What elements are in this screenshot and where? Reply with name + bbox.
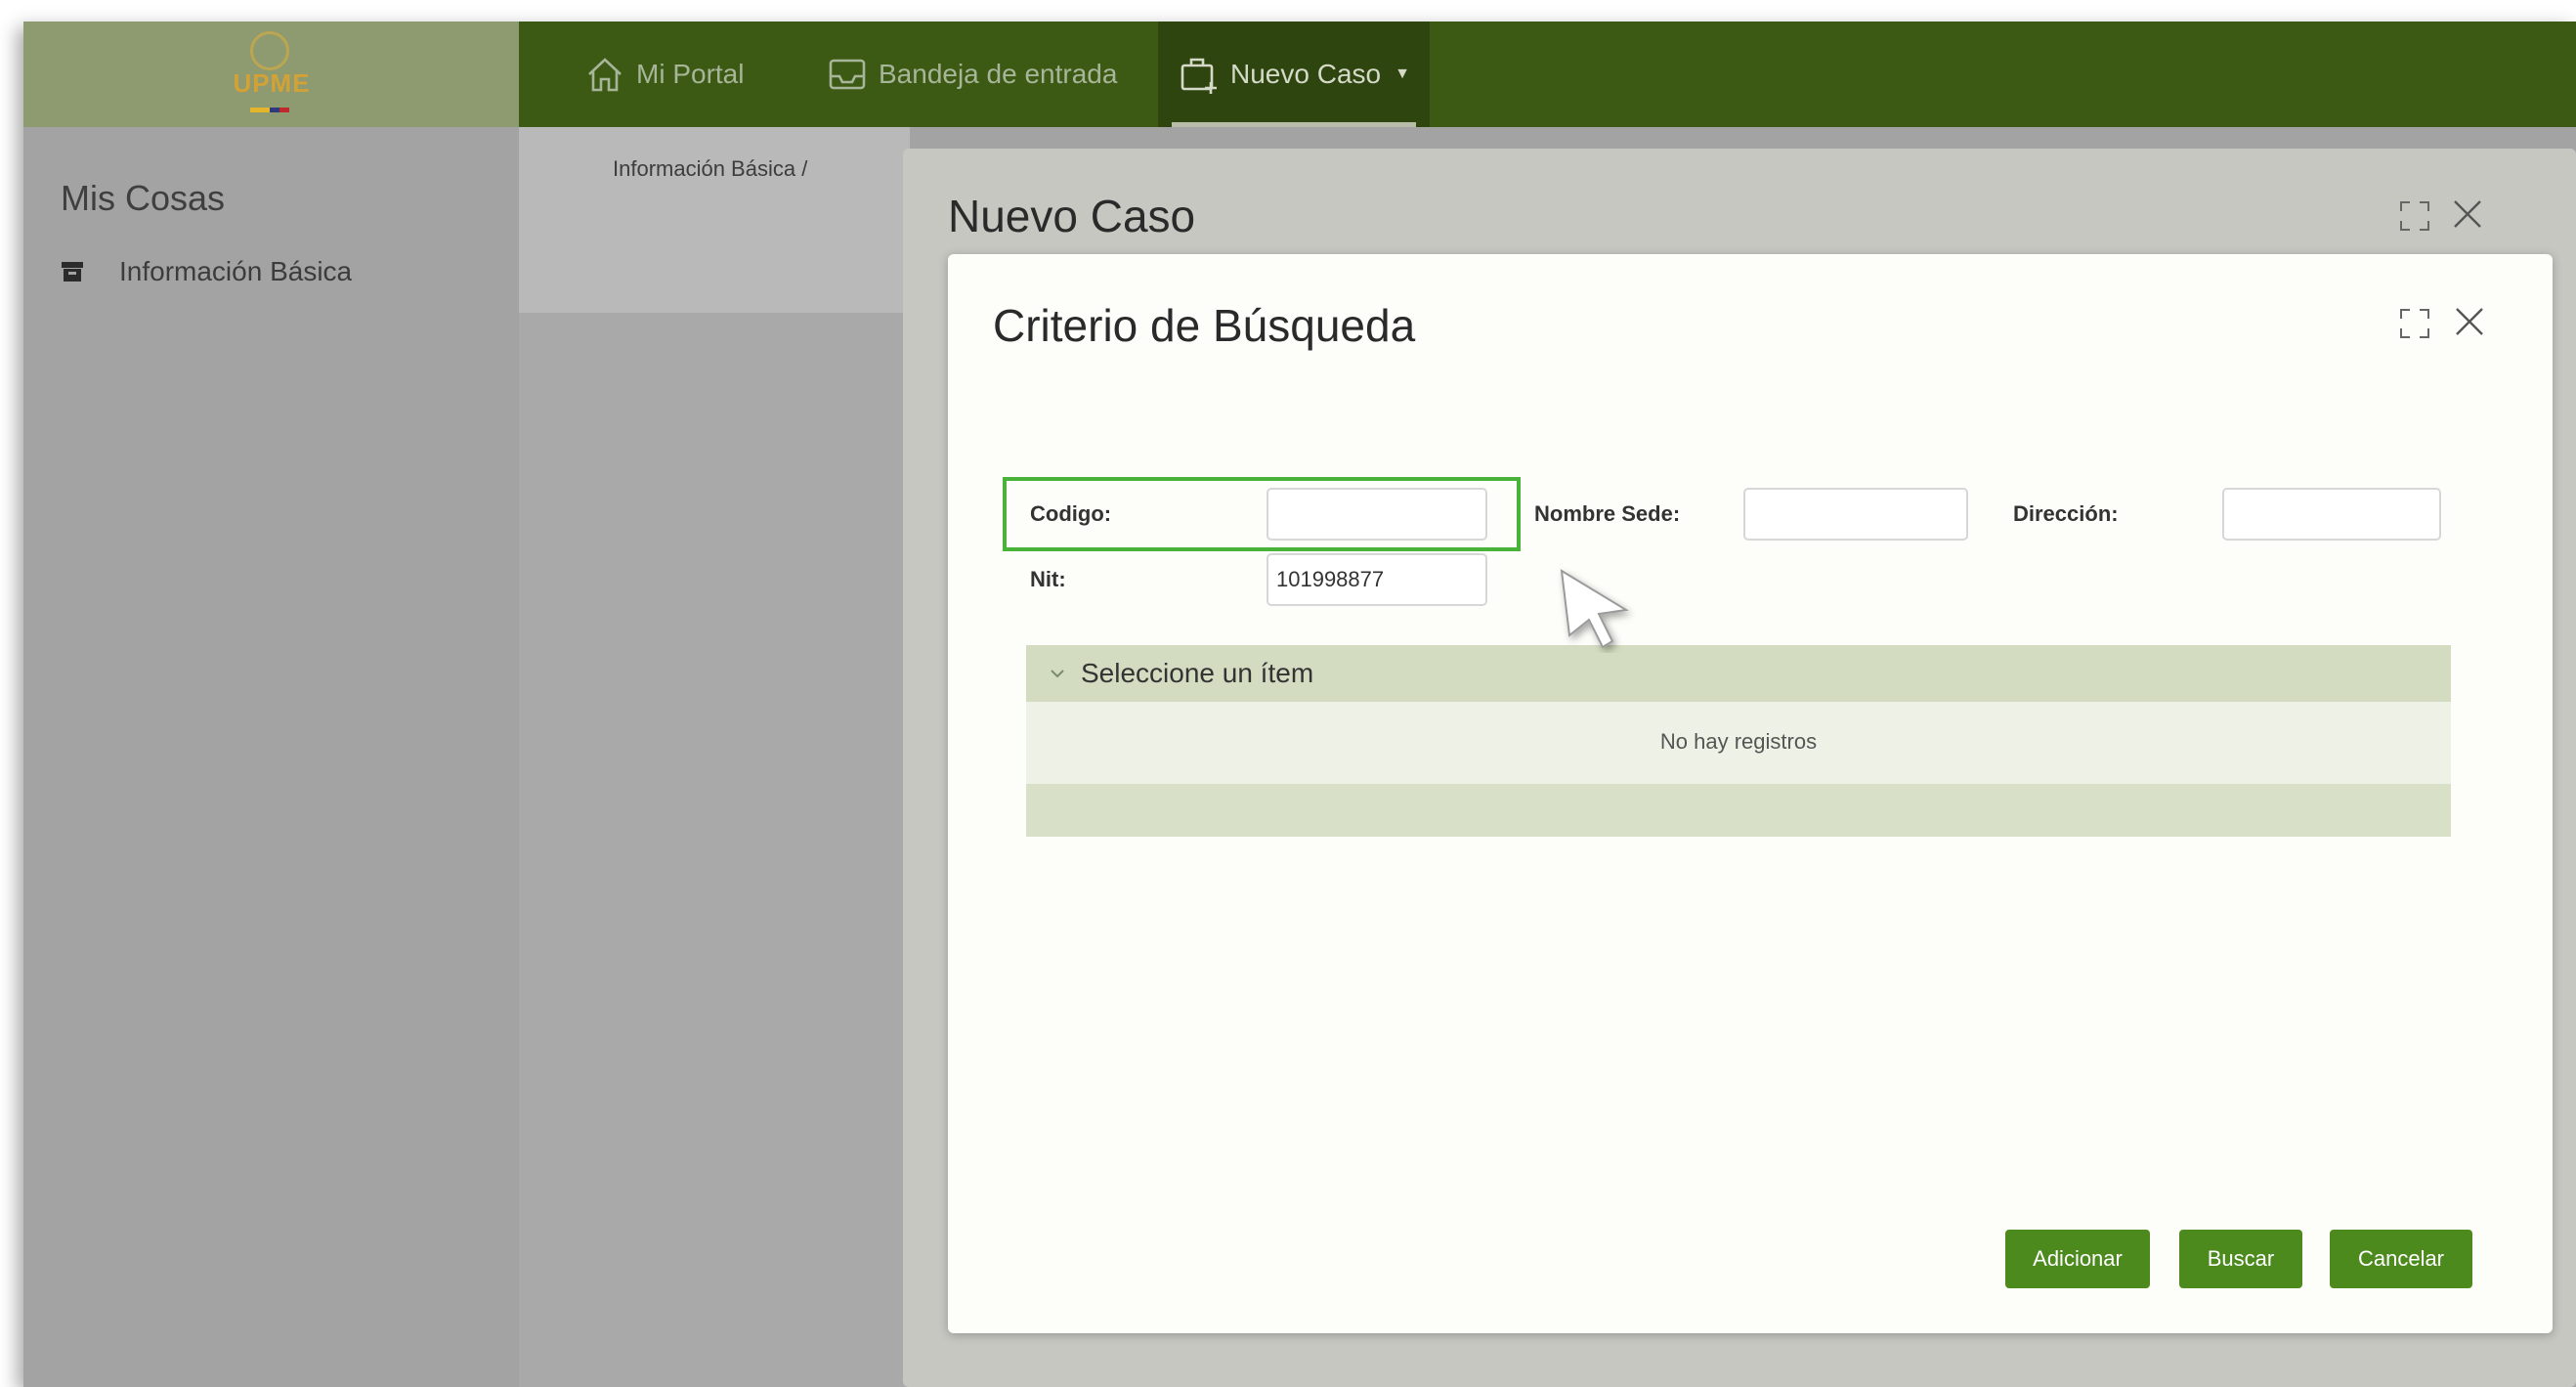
- nit-input[interactable]: [1267, 553, 1487, 606]
- logo-flag: [250, 108, 289, 112]
- nav-bandeja-de-entrada[interactable]: Bandeja de entrada: [826, 22, 1117, 127]
- app-window: UPME Mis Cosas Información Básica Mi Por…: [23, 22, 2576, 1387]
- breadcrumb[interactable]: Información Básica /: [613, 156, 807, 182]
- nav-bandeja-label: Bandeja de entrada: [879, 59, 1118, 89]
- home-icon: [588, 58, 622, 92]
- adicionar-button[interactable]: Adicionar: [2005, 1230, 2150, 1288]
- expand-icon[interactable]: [2398, 307, 2431, 340]
- nombre-sede-label: Nombre Sede:: [1534, 501, 1681, 526]
- logo[interactable]: UPME: [231, 68, 313, 99]
- nav-nuevo-caso-label: Nuevo Caso: [1230, 59, 1382, 89]
- grid-header[interactable]: Seleccione un ítem: [1026, 645, 2451, 702]
- close-icon[interactable]: [2451, 303, 2488, 340]
- nav-mi-portal-label: Mi Portal: [636, 59, 745, 89]
- results-grid: Seleccione un ítem No hay registros: [1026, 645, 2451, 837]
- empty-message: No hay registros: [1659, 729, 1818, 754]
- direccion-input[interactable]: [2222, 488, 2441, 541]
- buscar-button[interactable]: Buscar: [2179, 1230, 2302, 1288]
- grid-footer: [1026, 784, 2451, 837]
- sidebar-title: Mis Cosas: [61, 178, 226, 218]
- breadcrumb-bar: Información Básica /: [519, 127, 910, 313]
- logo-sun-icon: [250, 31, 289, 70]
- briefcase-add-icon: [1181, 58, 1217, 94]
- nombre-sede-input[interactable]: [1743, 488, 1968, 541]
- top-navigation: Mi Portal Bandeja de entrada Nuevo Caso …: [519, 22, 2576, 127]
- close-icon[interactable]: [2449, 195, 2486, 233]
- chevron-down-icon: [1051, 670, 1064, 678]
- sidebar-item-label: Información Básica: [119, 256, 353, 286]
- modal-title: Nuevo Caso: [948, 191, 1196, 241]
- codigo-input[interactable]: [1267, 488, 1487, 541]
- nit-label: Nit:: [1030, 567, 1066, 591]
- direccion-label: Dirección:: [2013, 501, 2119, 526]
- logo-area: UPME: [23, 22, 519, 127]
- nav-mi-portal[interactable]: Mi Portal: [583, 22, 744, 127]
- inbox-icon: [829, 59, 866, 90]
- grid-body: No hay registros: [1026, 702, 2451, 784]
- main-content: [519, 313, 910, 1387]
- cancelar-button[interactable]: Cancelar: [2330, 1230, 2472, 1288]
- sidebar: Mis Cosas Información Básica: [23, 127, 519, 1387]
- criterio-busqueda-dialog: Criterio de Búsqueda Codigo: Nombre Sede…: [948, 254, 2553, 1333]
- codigo-label: Codigo:: [1030, 501, 1112, 526]
- dialog-title: Criterio de Búsqueda: [993, 300, 1416, 351]
- grid-header-label: Seleccione un ítem: [1081, 658, 1314, 688]
- nav-nuevo-caso[interactable]: Nuevo Caso ▼: [1158, 22, 1430, 127]
- sidebar-item-informacion-basica[interactable]: Información Básica: [61, 252, 352, 291]
- expand-icon[interactable]: [2398, 199, 2431, 233]
- mouse-pointer-icon: [1560, 569, 1629, 649]
- archive-icon: [62, 262, 83, 282]
- chevron-down-icon: ▼: [1395, 65, 1410, 82]
